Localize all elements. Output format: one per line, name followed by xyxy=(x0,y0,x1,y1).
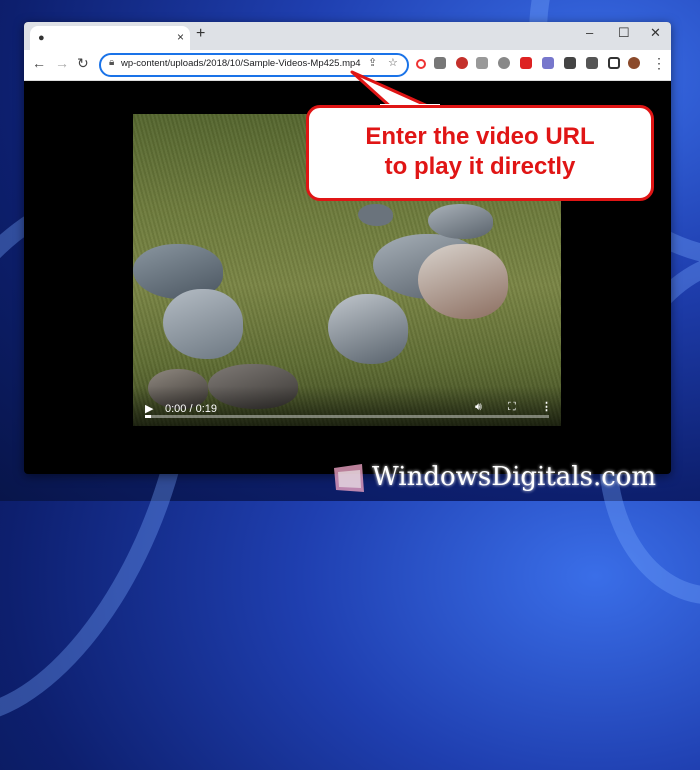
video-frame-pigeon xyxy=(328,294,408,364)
comment-extension-icon[interactable] xyxy=(434,57,446,69)
callout-line-1: Enter the video URL xyxy=(365,123,595,150)
annotation-callout: Enter the video URL to play it directly xyxy=(306,105,654,201)
settings-extension-icon[interactable] xyxy=(498,57,510,69)
browser-window: ● × + – ☐ ✕ ← → ↻ 🔒︎ wp-content/uploads/… xyxy=(24,22,671,474)
tab-bar: ● × + – ☐ ✕ xyxy=(24,22,671,50)
video-time: 0:00 / 0:19 xyxy=(165,403,217,415)
active-tab[interactable]: ● × xyxy=(30,26,190,50)
video-frame-pigeon xyxy=(163,289,243,359)
close-window-button[interactable]: ✕ xyxy=(650,25,661,41)
media-control-icon[interactable] xyxy=(586,57,598,69)
tab-close-icon[interactable]: × xyxy=(177,30,184,44)
video-controls: ▶ 0:00 / 0:19 🔊︎ ⛶ ⋮ xyxy=(133,386,561,426)
browser-toolbar: ← → ↻ 🔒︎ wp-content/uploads/2018/10/Samp… xyxy=(24,50,671,81)
watermark-logo xyxy=(334,464,364,492)
profile-avatar[interactable] xyxy=(628,57,640,69)
share-icon[interactable]: ⇪ xyxy=(368,56,377,69)
fullscreen-icon[interactable]: ⛶ xyxy=(508,401,516,414)
side-panel-icon[interactable] xyxy=(608,57,620,69)
extension-icon[interactable] xyxy=(456,57,468,69)
bookmark-star-icon[interactable]: ☆ xyxy=(388,56,398,69)
menu-kebab-icon[interactable]: ⋮ xyxy=(652,55,666,72)
volume-icon[interactable]: 🔊︎ xyxy=(475,401,482,414)
callout-line-2: to play it directly xyxy=(384,153,576,180)
extension-icon[interactable] xyxy=(476,57,488,69)
video-frame-pigeon xyxy=(418,244,508,319)
new-tab-button[interactable]: + xyxy=(196,25,205,43)
more-options-icon[interactable]: ⋮ xyxy=(541,400,552,413)
url-text[interactable]: wp-content/uploads/2018/10/Sample-Videos… xyxy=(121,58,361,69)
globe-icon: ● xyxy=(38,32,45,44)
address-bar[interactable]: 🔒︎ wp-content/uploads/2018/10/Sample-Vid… xyxy=(99,53,409,77)
play-icon[interactable]: ▶ xyxy=(145,402,153,415)
watermark-text: WindowsDigitals.com xyxy=(372,462,657,492)
back-icon[interactable]: ← xyxy=(32,55,46,71)
extension-icon[interactable] xyxy=(416,59,426,69)
extension-icon[interactable] xyxy=(542,57,554,69)
video-frame-pigeon xyxy=(358,204,393,226)
forward-icon[interactable]: → xyxy=(55,55,69,71)
video-frame-pigeon xyxy=(428,204,493,239)
video-progress-bar[interactable] xyxy=(145,415,549,418)
lock-icon: 🔒︎ xyxy=(109,57,115,68)
puzzle-extensions-icon[interactable] xyxy=(564,57,576,69)
maximize-button[interactable]: ☐ xyxy=(618,25,630,41)
reload-icon[interactable]: ↻ xyxy=(77,55,89,72)
extension-icon[interactable] xyxy=(520,57,532,69)
minimize-button[interactable]: – xyxy=(586,25,593,40)
video-progress-fill xyxy=(145,415,152,418)
